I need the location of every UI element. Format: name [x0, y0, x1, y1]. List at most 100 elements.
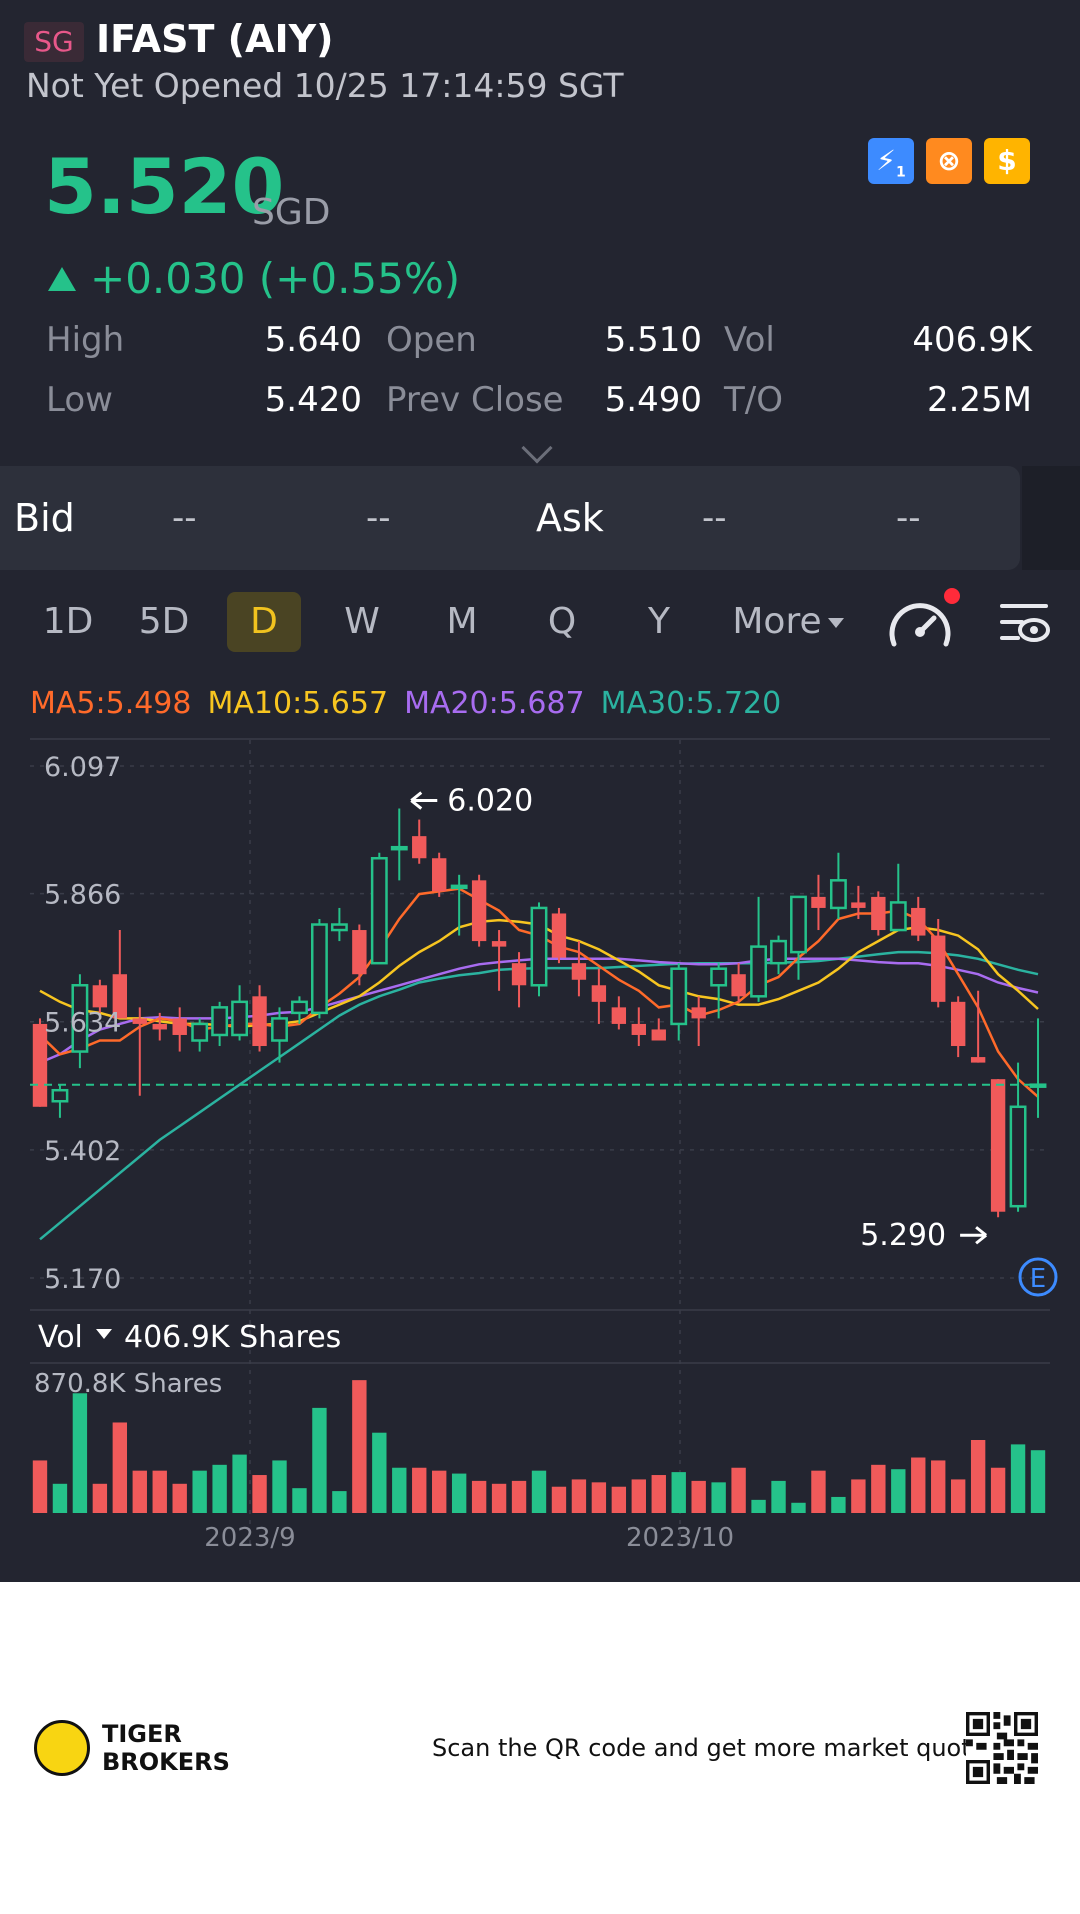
y-tick-label: 5.402 — [44, 1136, 121, 1167]
volume-bar — [1010, 1444, 1026, 1513]
chart-grid — [30, 738, 1050, 1545]
low-value: 5.420 — [264, 380, 362, 420]
candlestick-chart[interactable]: 6.0975.8665.6345.4025.170 6.020 5.290 E … — [0, 735, 1080, 1565]
candle — [112, 930, 128, 1019]
more-dropdown[interactable]: More — [728, 592, 848, 652]
candles — [32, 808, 1047, 1218]
volume-bar — [891, 1469, 906, 1513]
candle — [132, 1007, 147, 1096]
last-price: 5.520 — [44, 142, 285, 231]
vol-label: Vol — [724, 320, 775, 360]
candle — [370, 852, 388, 965]
candle — [231, 985, 249, 1041]
volume-bar — [72, 1393, 88, 1513]
candle-body — [511, 963, 527, 986]
candle — [990, 1079, 1006, 1218]
candle — [790, 895, 807, 980]
candle — [330, 907, 348, 942]
up-arrow-icon — [48, 267, 76, 291]
candle — [352, 924, 367, 986]
volume-bar — [990, 1467, 1006, 1513]
candle-body — [231, 1000, 249, 1037]
volume-bar — [132, 1470, 147, 1513]
tab-q[interactable]: Q — [526, 592, 598, 652]
scan-prompt: Scan the QR code and get more market quo… — [432, 1734, 998, 1762]
candle-body — [911, 907, 926, 936]
volume-bar — [831, 1496, 846, 1513]
candle-body — [390, 845, 408, 851]
volume-bar — [112, 1422, 128, 1513]
candle — [491, 930, 507, 991]
options-swirl-icon[interactable]: ⊗ — [926, 138, 972, 184]
ask-price: -- — [702, 498, 727, 538]
indicator-gauge-icon[interactable] — [884, 586, 964, 656]
left-arrow-icon — [410, 791, 438, 810]
tab-m[interactable]: M — [426, 592, 498, 652]
currency-label: SGD — [252, 192, 331, 233]
candle-body — [990, 1079, 1006, 1212]
candle — [252, 985, 267, 1052]
candle — [670, 963, 688, 1041]
candle — [710, 963, 728, 1019]
candle-body — [811, 896, 826, 908]
volume-bar — [691, 1480, 706, 1513]
candle — [211, 1001, 229, 1047]
volume-bar — [1030, 1450, 1046, 1513]
candle — [412, 819, 427, 864]
candle-body — [211, 1006, 229, 1037]
dollar-icon[interactable]: $ — [984, 138, 1030, 184]
tab-y[interactable]: Y — [623, 592, 695, 652]
market-badge: SG — [24, 22, 84, 62]
ma5-label: MA5:5.498 — [30, 686, 192, 721]
high-label: High — [46, 320, 125, 360]
candle-body — [51, 1088, 69, 1103]
y-tick-label: 5.866 — [44, 880, 121, 911]
y-tick-label: 5.634 — [44, 1008, 121, 1039]
volume-bar — [651, 1475, 666, 1513]
candle-body — [271, 1017, 288, 1042]
volume-bar — [511, 1480, 527, 1513]
tab-d[interactable]: D — [227, 592, 301, 652]
candle-body — [710, 967, 728, 987]
volume-bar — [352, 1380, 367, 1513]
earnings-marker-label: E — [1030, 1264, 1046, 1294]
volume-bar — [711, 1482, 726, 1513]
candle-body — [172, 1018, 187, 1035]
volume-bar — [531, 1470, 547, 1513]
candle-body — [191, 1022, 209, 1042]
market-status: Not Yet Opened 10/25 17:14:59 SGT — [26, 66, 624, 105]
expand-chevron-icon[interactable] — [521, 432, 553, 464]
candle — [770, 935, 787, 975]
y-axis-labels: 6.097 5.866 5.634 5.402 5.170 — [44, 752, 121, 1295]
bid-label: Bid — [14, 496, 75, 540]
candle — [970, 990, 986, 1063]
volume-bar — [332, 1491, 347, 1513]
bid-ask-bar — [0, 466, 1020, 570]
volume-bar — [272, 1460, 287, 1513]
ma-legend: MA5:5.498 MA10:5.657 MA20:5.687 MA30:5.7… — [30, 682, 781, 726]
volume-bar — [312, 1407, 327, 1513]
candle-body — [851, 902, 866, 908]
candle — [390, 808, 408, 881]
volume-bar — [551, 1486, 567, 1513]
volume-bar — [92, 1483, 108, 1513]
candle-body — [950, 1001, 966, 1047]
candle-body — [591, 985, 607, 1002]
ma30-label: MA30:5.720 — [600, 686, 782, 721]
x-tick-label: 2023/10 — [626, 1523, 734, 1553]
x-tick-label: 2023/9 — [204, 1523, 295, 1553]
chart-settings-icon[interactable] — [996, 598, 1052, 648]
prev-close-value: 5.490 — [604, 380, 702, 420]
turnover-value: 2.25M — [926, 380, 1032, 420]
earnings-marker-icon[interactable]: E — [1018, 1257, 1058, 1297]
ticker-name: IFAST (AIY) — [96, 17, 334, 61]
tab-w[interactable]: W — [326, 592, 398, 652]
candle-body — [770, 939, 787, 965]
candle-body — [152, 1023, 167, 1030]
volume-bar — [751, 1499, 766, 1513]
tab-5d[interactable]: 5D — [128, 592, 200, 652]
ask-size: -- — [896, 498, 921, 538]
y-tick-label: 6.097 — [44, 752, 121, 783]
tab-1d[interactable]: 1D — [32, 592, 104, 652]
lightning-level1-icon[interactable]: ⚡1 — [868, 138, 914, 184]
